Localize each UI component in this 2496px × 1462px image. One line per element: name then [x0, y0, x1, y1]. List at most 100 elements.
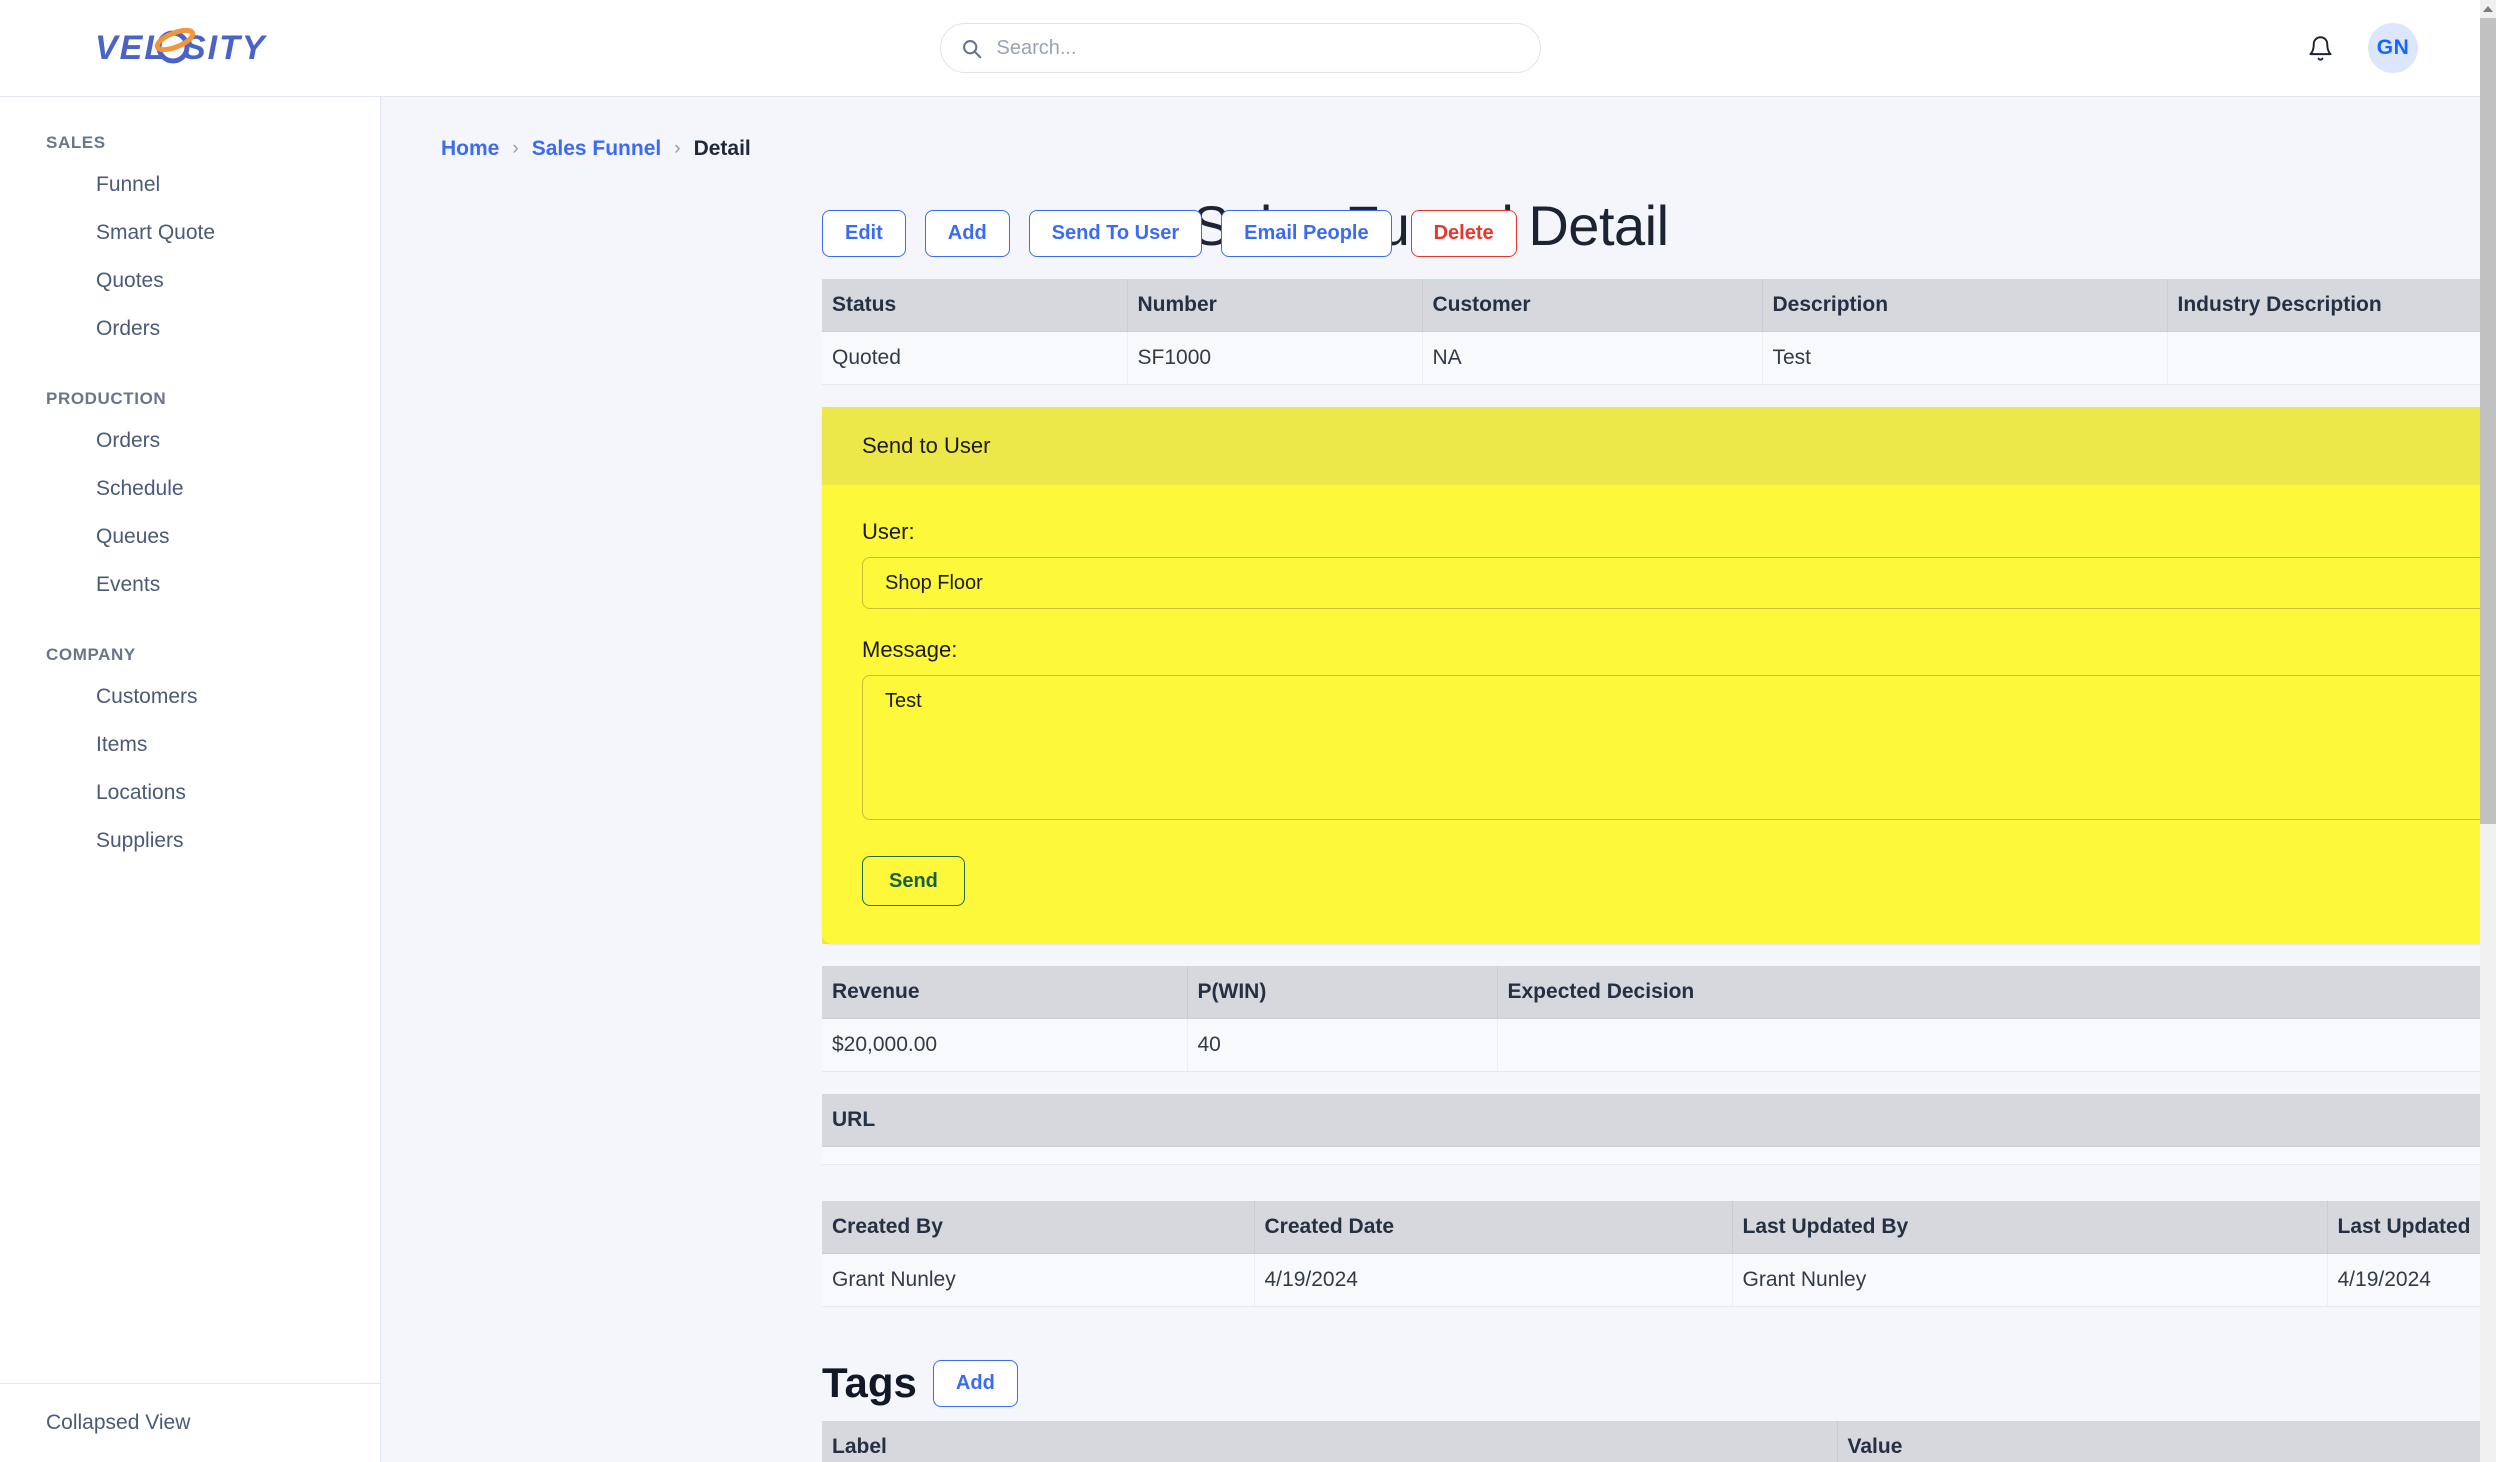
- bell-icon[interactable]: [2307, 34, 2334, 63]
- cell-expected-decision: [1497, 1018, 2480, 1072]
- sidebar-nav: SALES Funnel Smart Quote Quotes Orders P…: [0, 97, 380, 1383]
- send-to-user-panel-body: User: Shop Floor Message: Send: [822, 485, 2480, 944]
- sidebar-item-quotes[interactable]: Quotes: [0, 257, 380, 305]
- sidebar-item-suppliers[interactable]: Suppliers: [0, 817, 380, 865]
- breadcrumb-home[interactable]: Home: [441, 137, 499, 161]
- table-row: [822, 1146, 2480, 1165]
- url-table: URL: [822, 1094, 2480, 1165]
- table-header-row: Revenue P(WIN) Expected Decision Quote: [822, 966, 2480, 1019]
- tags-section-header: Tags Add: [822, 1359, 2480, 1407]
- cell-created-date: 4/19/2024: [1254, 1253, 1733, 1307]
- top-navigation-bar: VEL SITY GN: [0, 0, 2480, 97]
- sidebar-item-events[interactable]: Events: [0, 561, 380, 609]
- user-select[interactable]: Shop Floor: [862, 557, 2480, 609]
- sidebar-group-sales-title: SALES: [46, 133, 106, 152]
- column-header-label: Label: [822, 1421, 1837, 1462]
- main-content: Home › Sales Funnel › Detail Sales Funne…: [381, 97, 2480, 1462]
- column-header-revenue: Revenue: [822, 966, 1187, 1019]
- table-header-row: Status Number Customer Description Indus…: [822, 279, 2480, 332]
- add-button[interactable]: Add: [924, 210, 1010, 257]
- table-header-row: URL: [822, 1094, 2480, 1147]
- sidebar-item-funnel[interactable]: Funnel: [0, 161, 380, 209]
- column-header-last-updated: Last Updated: [2326, 1201, 2480, 1254]
- sidebar-group-production-title: PRODUCTION: [46, 389, 167, 408]
- column-header-url: URL: [822, 1094, 2480, 1147]
- breadcrumb-current: Detail: [693, 137, 751, 160]
- velosity-logo-icon: VEL SITY: [95, 27, 268, 67]
- sidebar-item-production-orders[interactable]: Orders: [0, 417, 380, 465]
- app-logo[interactable]: VEL SITY: [0, 21, 381, 75]
- cell-description: Test: [1762, 331, 2168, 385]
- table-row: $20,000.00 40: [822, 1018, 2480, 1072]
- edit-button[interactable]: Edit: [822, 210, 906, 257]
- summary-table: Status Number Customer Description Indus…: [822, 279, 2480, 385]
- send-button[interactable]: Send: [862, 856, 965, 906]
- message-field-label: Message:: [862, 637, 958, 662]
- table-row: Grant Nunley 4/19/2024 Grant Nunley 4/19…: [822, 1253, 2480, 1307]
- cell-last-updated-by: Grant Nunley: [1732, 1253, 2328, 1307]
- sidebar-item-items[interactable]: Items: [0, 721, 380, 769]
- send-to-user-panel-header: Send to User: [822, 407, 2480, 485]
- tags-add-button[interactable]: Add: [932, 1359, 1018, 1407]
- column-header-value: Value: [1836, 1421, 2480, 1462]
- user-field-label: User:: [862, 519, 915, 544]
- audit-table: Created By Created Date Last Updated By …: [822, 1201, 2480, 1307]
- column-header-last-updated-by: Last Updated By: [1731, 1201, 2327, 1254]
- sidebar: SALES Funnel Smart Quote Quotes Orders P…: [0, 97, 381, 1462]
- action-button-row: Edit Add Send To User Email People Delet…: [822, 210, 2480, 257]
- send-to-user-button[interactable]: Send To User: [1028, 210, 1203, 257]
- cell-status: Quoted: [822, 331, 1128, 385]
- cell-customer: NA: [1422, 331, 1763, 385]
- sidebar-item-schedule[interactable]: Schedule: [0, 465, 380, 513]
- topbar-right-actions: GN: [2099, 23, 2480, 73]
- avatar[interactable]: GN: [2368, 23, 2418, 73]
- cell-revenue: $20,000.00: [822, 1018, 1188, 1072]
- collapsed-view-toggle[interactable]: Collapsed View: [46, 1411, 190, 1435]
- sidebar-footer: Collapsed View: [0, 1383, 380, 1462]
- search-input[interactable]: [994, 35, 1520, 61]
- email-people-button[interactable]: Email People: [1221, 210, 1392, 257]
- column-header-expected-decision: Expected Decision: [1496, 966, 2480, 1019]
- delete-button[interactable]: Delete: [1410, 210, 1517, 257]
- message-textarea[interactable]: [862, 675, 2480, 820]
- breadcrumb-separator-1: ›: [512, 138, 519, 159]
- send-to-user-panel-backdrop: Send to User User: Shop Floor Message: S…: [822, 407, 2480, 944]
- revenue-table: Revenue P(WIN) Expected Decision Quote $…: [822, 966, 2480, 1072]
- chevron-up-icon: [2483, 6, 2493, 12]
- sidebar-item-sales-orders[interactable]: Orders: [0, 305, 380, 353]
- scrollbar-thumb[interactable]: [2480, 18, 2496, 824]
- column-header-created-by: Created By: [822, 1201, 1254, 1254]
- column-header-customer: Customer: [1421, 279, 1762, 332]
- svg-text:SITY: SITY: [183, 29, 268, 67]
- breadcrumb-separator-2: ›: [674, 138, 681, 159]
- tags-title: Tags: [822, 1359, 917, 1406]
- breadcrumb-sales-funnel[interactable]: Sales Funnel: [532, 137, 662, 161]
- cell-pwin: 40: [1187, 1018, 1498, 1072]
- tags-table: Label Value: [822, 1421, 2480, 1462]
- table-header-row: Label Value: [822, 1421, 2480, 1462]
- sidebar-item-queues[interactable]: Queues: [0, 513, 380, 561]
- column-header-status: Status: [822, 279, 1127, 332]
- scrollbar-up-button[interactable]: [2480, 0, 2496, 18]
- sidebar-item-locations[interactable]: Locations: [0, 769, 380, 817]
- search-box[interactable]: [939, 23, 1541, 73]
- sidebar-item-smart-quote[interactable]: Smart Quote: [0, 209, 380, 257]
- column-header-industry-description: Industry Description: [2166, 279, 2480, 332]
- cell-number: SF1000: [1127, 331, 1423, 385]
- search-container: [381, 23, 2099, 73]
- page-scrollbar[interactable]: [2480, 0, 2496, 1462]
- table-header-row: Created By Created Date Last Updated By …: [822, 1201, 2480, 1254]
- search-icon: [962, 39, 981, 58]
- breadcrumb: Home › Sales Funnel › Detail: [441, 137, 2480, 161]
- column-header-description: Description: [1761, 279, 2167, 332]
- cell-created-by: Grant Nunley: [822, 1253, 1255, 1307]
- sidebar-item-customers[interactable]: Customers: [0, 673, 380, 721]
- column-header-number: Number: [1126, 279, 1422, 332]
- column-header-pwin: P(WIN): [1186, 966, 1497, 1019]
- table-row: Quoted SF1000 NA Test: [822, 331, 2480, 385]
- cell-last-updated: 4/19/2024: [2327, 1253, 2480, 1307]
- cell-url: [822, 1146, 2480, 1165]
- sidebar-group-company-title: COMPANY: [46, 645, 136, 664]
- column-header-created-date: Created Date: [1253, 1201, 1732, 1254]
- send-to-user-panel: Send to User User: Shop Floor Message: S…: [822, 407, 2480, 944]
